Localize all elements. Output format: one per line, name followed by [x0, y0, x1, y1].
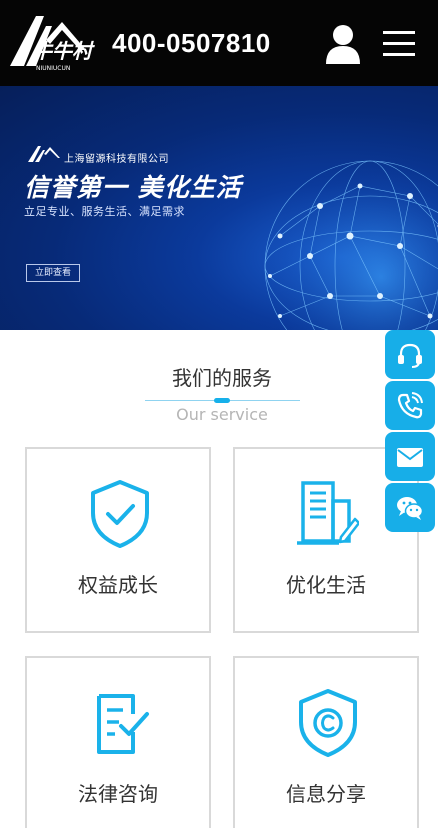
email-button[interactable] — [385, 432, 435, 481]
headset-icon — [398, 343, 422, 368]
brand-logo[interactable]: 牛牛村 NIUNIUCUN — [6, 10, 106, 76]
wechat-icon — [397, 497, 424, 520]
document-check-icon — [97, 694, 149, 754]
banner-company-name: 上海留源科技有限公司 — [64, 154, 169, 165]
building-pencil-icon — [297, 481, 359, 545]
phone-call-button[interactable] — [385, 381, 435, 430]
customer-service-button[interactable] — [385, 330, 435, 379]
top-header: 牛牛村 NIUNIUCUN 400-0507810 — [0, 0, 438, 86]
company-logo-icon — [28, 146, 60, 162]
view-now-button[interactable]: 立即查看 — [26, 264, 80, 282]
hero-banner[interactable]: 上海留源科技有限公司 信誉第一 美化生活 立足专业、服务生活、满足需求 立即查看 — [0, 86, 438, 330]
brand-logo-text: 牛牛村 — [32, 39, 95, 63]
phone-icon — [397, 392, 423, 419]
shield-check-icon — [91, 480, 149, 548]
service-card-label: 优化生活 — [286, 573, 366, 597]
service-card-legal[interactable]: 法律咨询 — [25, 656, 211, 828]
service-card-rights[interactable]: 权益成长 — [25, 447, 211, 633]
service-card-label: 信息分享 — [286, 782, 366, 806]
mail-icon — [397, 448, 423, 467]
banner-title: 信誉第一 美化生活 — [24, 173, 242, 202]
wechat-button[interactable] — [385, 483, 435, 532]
user-icon[interactable] — [324, 24, 362, 64]
globe-network-graphic — [260, 156, 438, 330]
service-card-info[interactable]: 信息分享 — [233, 656, 419, 828]
service-card-label: 权益成长 — [78, 573, 158, 597]
brand-logo-subtext: NIUNIUCUN — [36, 65, 70, 72]
menu-icon[interactable] — [383, 28, 415, 60]
hotline-number[interactable]: 400-0507810 — [112, 28, 271, 59]
copyright-shield-icon — [299, 689, 357, 757]
banner-subtitle: 立足专业、服务生活、满足需求 — [24, 205, 185, 218]
service-card-label: 法律咨询 — [78, 782, 158, 806]
services-title: 我们的服务 — [172, 366, 272, 390]
title-divider-accent — [214, 398, 230, 403]
services-subtitle: Our service — [176, 405, 268, 424]
